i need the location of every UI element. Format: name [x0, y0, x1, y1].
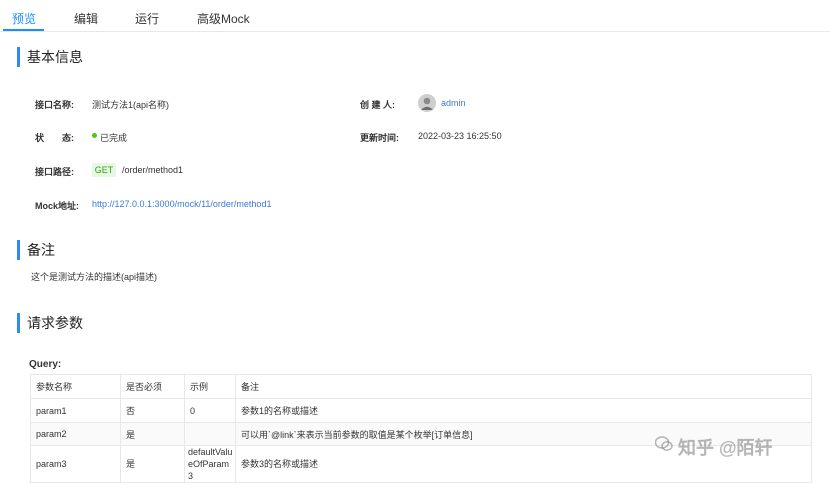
status-dot-icon [92, 133, 97, 138]
method-badge: GET [92, 163, 116, 177]
table-row: param1 否 0 参数1的名称或描述 [30, 398, 812, 423]
column-header-remark: 备注 [235, 374, 812, 399]
table-header-row: 参数名称 是否必须 示例 备注 [30, 374, 812, 399]
active-tab-indicator [3, 29, 44, 31]
cell-example: defaultValueOfParam3 [184, 445, 236, 483]
cell-required: 是 [120, 445, 185, 483]
user-avatar-icon [418, 94, 436, 112]
section-title-basic-info: 基本信息 [17, 47, 83, 67]
query-params-table: 参数名称 是否必须 示例 备注 param1 否 0 参数1的名称或描述 par… [30, 374, 812, 483]
creator-link[interactable]: admin [441, 98, 466, 108]
cell-param-name: param1 [30, 398, 121, 423]
column-header-required: 是否必须 [120, 374, 185, 399]
tab-preview[interactable]: 预览 [12, 10, 36, 27]
tab-advanced-mock[interactable]: 高级Mock [197, 10, 250, 27]
cell-required: 是 [120, 422, 185, 446]
section-title-remark: 备注 [17, 240, 55, 260]
tab-edit[interactable]: 编辑 [74, 10, 98, 27]
status-label: 状 态: [35, 133, 74, 143]
column-header-example: 示例 [184, 374, 236, 399]
query-label: Query: [29, 359, 62, 370]
watermark-text: 知乎 @陌轩 [678, 438, 773, 458]
api-name-label: 接口名称: [35, 100, 74, 110]
status-value: 已完成 [100, 133, 128, 143]
cell-required: 否 [120, 398, 185, 423]
api-name-value: 测试方法1(api名称) [92, 100, 170, 110]
avatar[interactable] [418, 94, 436, 112]
tab-bar: 预览 编辑 运行 高级Mock [0, 0, 830, 32]
cell-param-name: param3 [30, 445, 121, 483]
api-path-value: /order/method1 [122, 165, 184, 175]
tab-run[interactable]: 运行 [135, 10, 159, 27]
updated-time-value: 2022-03-23 16:25:50 [418, 131, 502, 141]
wechat-icon [655, 436, 673, 451]
column-header-param-name: 参数名称 [30, 374, 121, 399]
updated-time-label: 更新时间: [360, 133, 399, 143]
cell-example [184, 422, 236, 446]
creator-label: 创 建 人: [360, 100, 395, 110]
remark-text: 这个是测试方法的描述(api描述) [31, 272, 158, 282]
cell-param-name: param2 [30, 422, 121, 446]
cell-example: 0 [184, 398, 236, 423]
api-path-label: 接口路径: [35, 167, 74, 177]
section-title-request-params: 请求参数 [17, 313, 83, 333]
mock-url-label: Mock地址: [35, 201, 80, 211]
mock-url-link[interactable]: http://127.0.0.1:3000/mock/11/order/meth… [92, 199, 271, 209]
cell-remark: 参数1的名称或描述 [235, 398, 812, 423]
